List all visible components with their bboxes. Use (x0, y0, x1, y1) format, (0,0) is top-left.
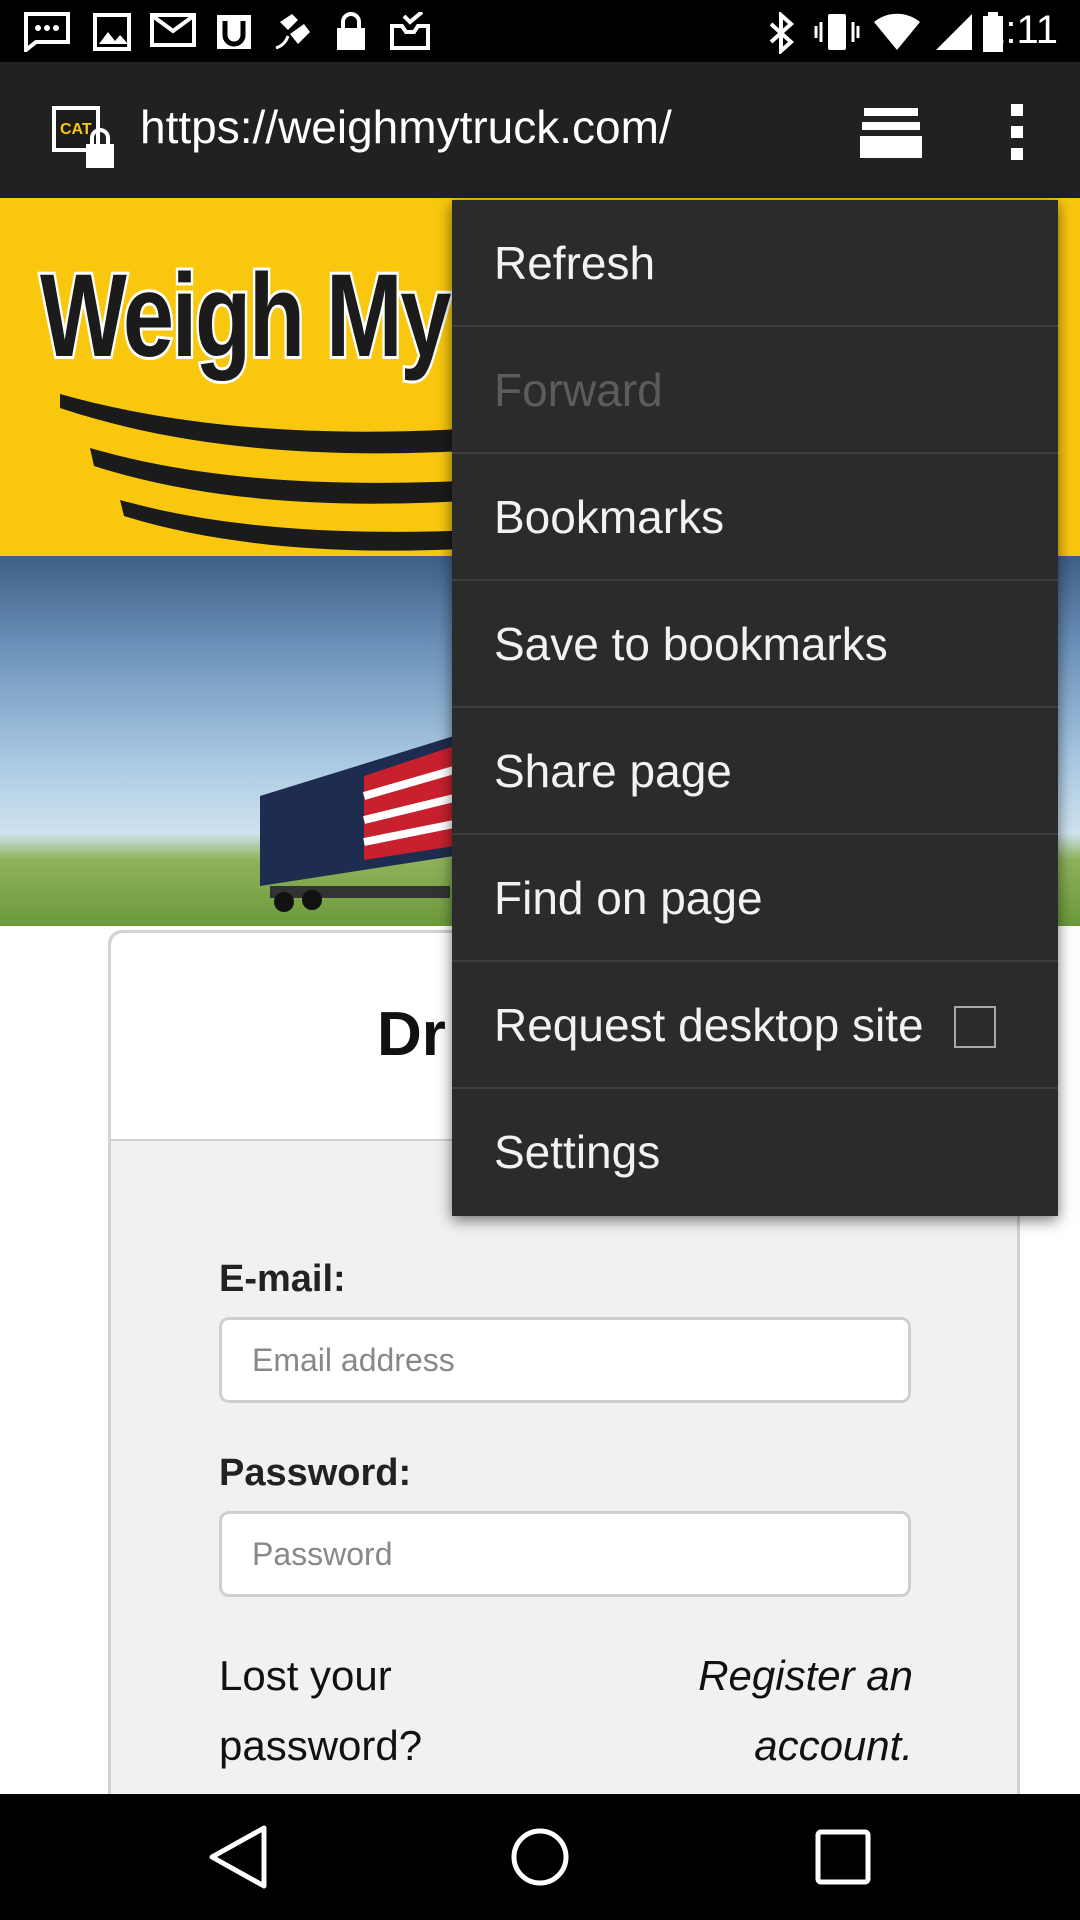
email-icon (150, 13, 196, 47)
menu-item-save-to-bookmarks[interactable]: Save to bookmarks (452, 581, 1058, 708)
tabs-icon[interactable] (860, 106, 922, 158)
menu-item-forward: Forward (452, 327, 1058, 454)
menu-item-label: Refresh (494, 237, 656, 289)
lost-password-link[interactable]: Lost your password? (219, 1641, 519, 1781)
wifi-icon (874, 13, 920, 50)
logo-stripes-icon (60, 394, 480, 551)
site-favicon-lock-icon[interactable]: CAT (52, 106, 118, 170)
menu-item-label: Share page (494, 745, 732, 797)
back-icon[interactable] (204, 1824, 274, 1890)
menu-item-refresh[interactable]: Refresh (452, 200, 1058, 327)
recents-icon[interactable] (808, 1824, 878, 1890)
svg-text:CAT: CAT (60, 121, 92, 138)
email-label: E-mail: (219, 1258, 346, 1300)
menu-item-label: Bookmarks (494, 491, 725, 543)
menu-item-bookmarks[interactable]: Bookmarks (452, 454, 1058, 581)
vibrate-icon (814, 14, 860, 50)
fake-gps-icon (275, 14, 310, 50)
signal-icon (936, 14, 972, 50)
password-field[interactable]: Password (219, 1511, 911, 1597)
inbox-icon (390, 12, 430, 50)
card-title: Dr (377, 1000, 446, 1069)
menu-item-share-page[interactable]: Share page (452, 708, 1058, 835)
menu-item-settings[interactable]: Settings (452, 1089, 1058, 1216)
messages-icon (24, 12, 70, 52)
register-link[interactable]: Register an account. (601, 1641, 913, 1781)
navigation-bar (0, 1794, 1080, 1920)
bluetooth-icon (769, 12, 794, 54)
status-time: 2:11 (983, 8, 1058, 52)
menu-item-label: Request desktop site (494, 999, 924, 1051)
image-icon (93, 13, 131, 51)
browser-toolbar: CAT https://weighmytruck.com/ (0, 62, 1080, 198)
home-icon[interactable] (505, 1824, 575, 1890)
menu-item-label: Settings (494, 1126, 661, 1178)
menu-item-label: Find on page (494, 872, 763, 924)
ublock-icon (217, 15, 251, 49)
desktop-site-checkbox[interactable] (954, 1006, 996, 1048)
status-bar: 2:11 (0, 0, 1080, 62)
overflow-menu: Refresh Forward Bookmarks Save to bookma… (452, 200, 1058, 1216)
menu-item-label: Forward (494, 364, 663, 416)
email-field[interactable]: Email address (219, 1317, 911, 1403)
url-field[interactable]: https://weighmytruck.com/ (140, 100, 672, 154)
menu-item-request-desktop-site[interactable]: Request desktop site (452, 962, 1058, 1089)
menu-item-label: Save to bookmarks (494, 618, 888, 670)
menu-item-find-on-page[interactable]: Find on page (452, 835, 1058, 962)
password-label: Password: (219, 1452, 412, 1494)
lock-icon (337, 12, 365, 50)
truck-icon (260, 736, 456, 912)
overflow-menu-icon[interactable] (1000, 102, 1034, 162)
